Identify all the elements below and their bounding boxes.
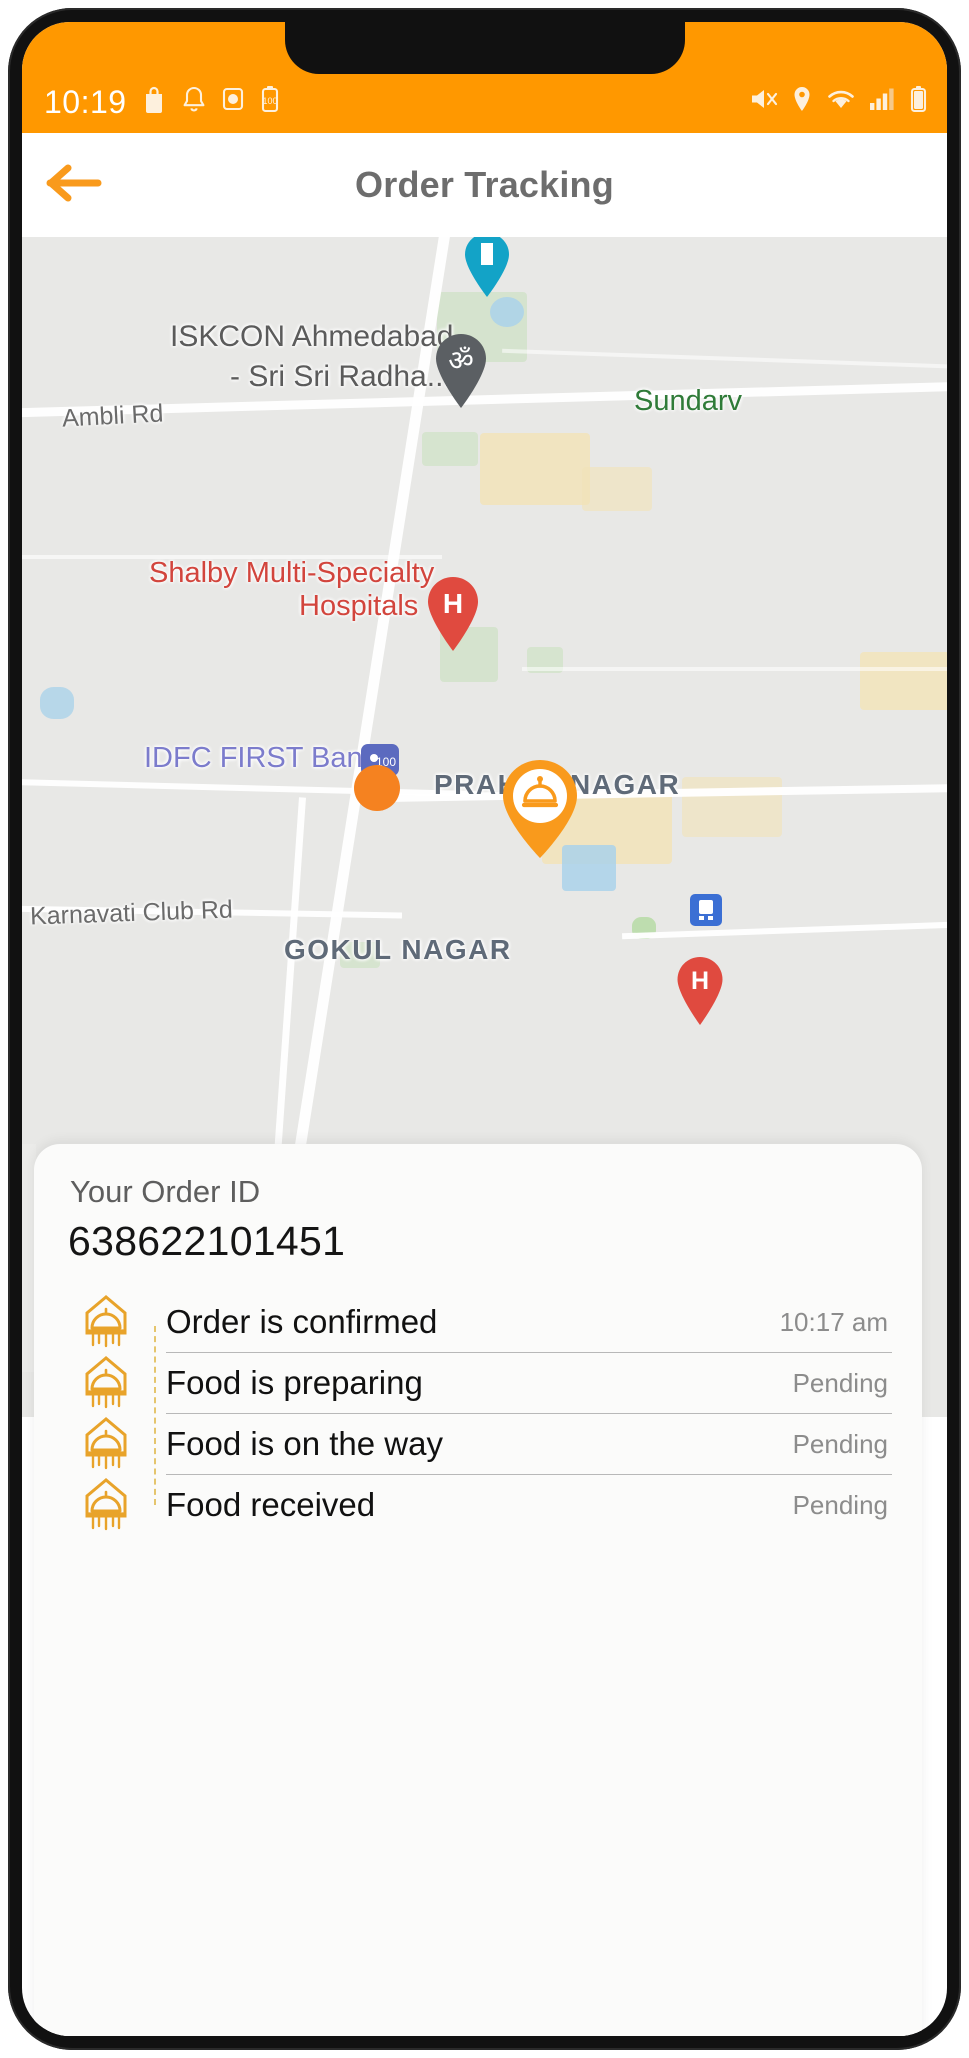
wifi-icon — [825, 86, 857, 117]
map-water-block — [40, 687, 74, 719]
status-bar-left: 10:19 100 — [44, 84, 281, 119]
timeline-step-status: Pending — [792, 1428, 888, 1459]
timeline-step-label: Food is on the way — [166, 1425, 443, 1462]
map-water-block — [490, 297, 524, 327]
map-built-block — [860, 652, 947, 710]
phone-frame: 10:19 100 Order Tracking ISKCON Ahmedaba… — [0, 0, 969, 2058]
movie-theater-pin[interactable] — [460, 237, 514, 301]
map-label-iskcon-line1: ISKCON Ahmedabad — [170, 320, 454, 353]
map-label-gokul-nagar: GOKUL NAGAR — [284, 934, 512, 965]
timeline-step-status: 10:17 am — [779, 1306, 888, 1337]
timeline-step[interactable]: Food is on the way Pending — [68, 1414, 892, 1474]
cellular-signal-icon — [869, 86, 897, 117]
restaurant-bell-icon — [68, 1292, 144, 1352]
timeline-step-content: Food is on the way Pending — [144, 1414, 892, 1474]
restaurant-bell-icon — [68, 1414, 144, 1474]
order-id-label: Your Order ID — [70, 1174, 261, 1209]
timeline-step-status: Pending — [792, 1489, 888, 1520]
order-tracking-card: Your Order ID 638622101451 Order is conf… — [34, 1144, 922, 2036]
map-road — [622, 920, 947, 940]
train-pin[interactable] — [688, 892, 724, 928]
screen-notch — [284, 22, 685, 74]
page-title: Order Tracking — [355, 164, 614, 205]
timeline-step-status: Pending — [792, 1367, 888, 1398]
app-header: Order Tracking — [22, 133, 947, 237]
map-built-block — [480, 433, 590, 505]
phone-screen: 10:19 100 Order Tracking ISKCON Ahmedaba… — [22, 22, 947, 2036]
svg-text:ॐ: ॐ — [448, 344, 474, 377]
map-label-ambli-rd: Ambli Rd — [61, 399, 165, 433]
map-label-idfc-bank: IDFC FIRST Bank — [144, 742, 378, 774]
svg-text:H: H — [443, 588, 463, 619]
map-road — [522, 667, 947, 671]
status-bar-clock: 10:19 — [44, 83, 127, 120]
timeline-step-content: Order is confirmed 10:17 am — [144, 1292, 892, 1352]
camera-icon — [221, 85, 245, 118]
timeline-step[interactable]: Food received Pending — [68, 1475, 892, 1535]
restaurant-bell-marker[interactable] — [498, 757, 582, 861]
arrow-left-icon — [46, 161, 104, 210]
map-label-karnavati-club-rd: Karnavati Club Rd — [29, 895, 234, 931]
shopping-bag-icon — [141, 85, 167, 118]
timeline-step-label: Food received — [166, 1486, 376, 1523]
order-id-value: 638622101451 — [68, 1218, 346, 1264]
hospital-pin-2[interactable]: H — [672, 955, 728, 1029]
timeline-step-label: Food is preparing — [166, 1364, 423, 1401]
status-bar-right — [749, 84, 929, 119]
restaurant-bell-icon — [68, 1353, 144, 1413]
map-built-block — [582, 467, 652, 511]
map-park-block — [422, 432, 478, 466]
restaurant-bell-icon — [68, 1475, 144, 1535]
battery-icon — [909, 84, 929, 119]
map-label-shalby-line1: Shalby Multi-Specialty — [149, 557, 435, 589]
hospital-pin[interactable]: H — [422, 575, 484, 655]
volume-mute-icon — [749, 85, 779, 118]
driver-location-dot[interactable] — [354, 765, 400, 811]
svg-text:100: 100 — [262, 96, 277, 106]
temple-pin[interactable]: ॐ — [430, 332, 492, 412]
timeline-step[interactable]: Food is preparing Pending — [68, 1353, 892, 1413]
map-built-block — [682, 777, 782, 837]
map-label-sundarvan: Sundarv — [634, 385, 743, 417]
map-label-shalby-line2: Hospitals — [299, 590, 419, 622]
map-label-prahlad-nagar-b: NAGAR — [570, 769, 681, 800]
map-label-iskcon-line2: - Sri Sri Radha... — [230, 360, 452, 393]
timeline-step[interactable]: Order is confirmed 10:17 am — [68, 1292, 892, 1352]
timeline-step-content: Food is preparing Pending — [144, 1353, 892, 1413]
timeline-step-label: Order is confirmed — [166, 1303, 438, 1340]
back-button[interactable] — [44, 154, 106, 216]
status-bar: 10:19 100 — [22, 22, 947, 133]
svg-text:H: H — [691, 967, 709, 995]
location-icon — [791, 85, 813, 118]
map-road — [502, 348, 947, 370]
timeline-step-content: Food received Pending — [144, 1475, 892, 1535]
bell-icon — [181, 85, 207, 119]
order-status-timeline: Order is confirmed 10:17 am Food is prep… — [68, 1292, 892, 1535]
battery-saver-icon: 100 — [259, 84, 281, 119]
